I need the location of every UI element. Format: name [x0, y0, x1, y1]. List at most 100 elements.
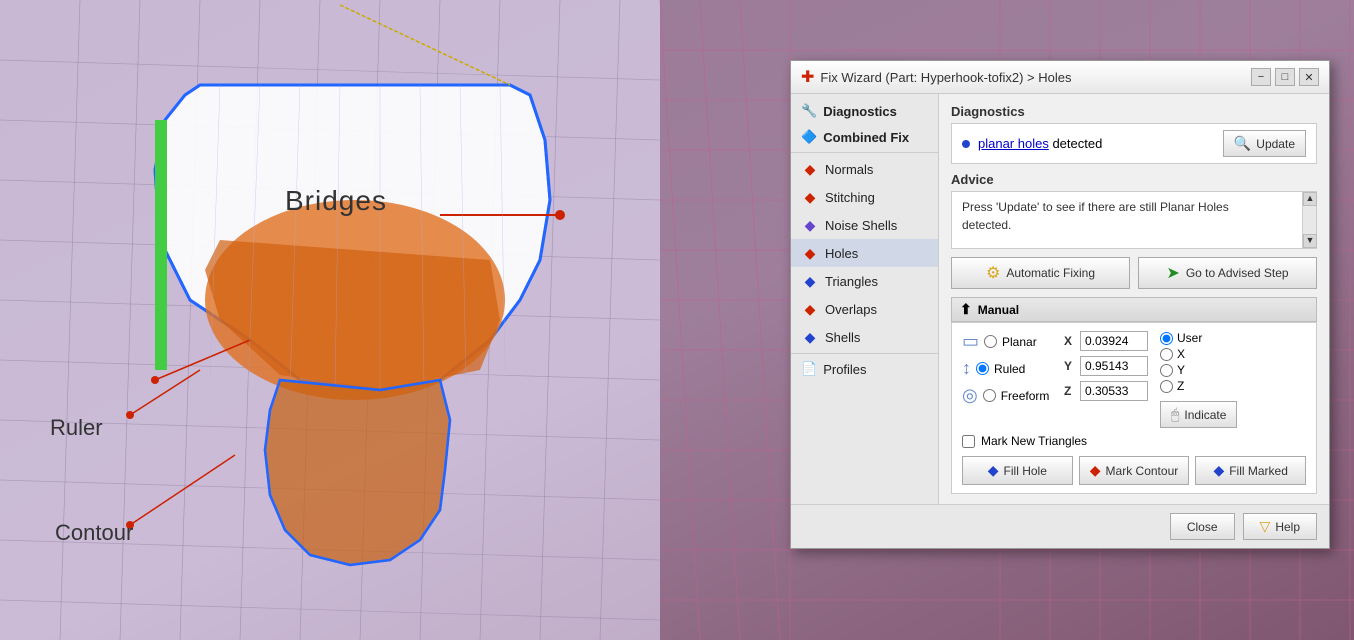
- sidebar-divider: [791, 152, 938, 153]
- user-opt-y: Y: [1160, 363, 1202, 377]
- fill-marked-button[interactable]: ◆ Fill Marked: [1195, 456, 1306, 485]
- normals-label: Normals: [825, 162, 873, 177]
- axis-z-radio[interactable]: [1160, 380, 1173, 393]
- fill-hole-button[interactable]: ◆ Fill Hole: [962, 456, 1073, 485]
- sidebar-item-triangles[interactable]: ◆ Triangles: [791, 267, 938, 295]
- close-button[interactable]: ✕: [1299, 68, 1319, 86]
- indicate-icon: 🖱: [1171, 406, 1179, 423]
- planar-radio-row: ▭ Planar: [962, 331, 1052, 352]
- scroll-up[interactable]: ▲: [1303, 192, 1317, 206]
- ruled-radio[interactable]: [976, 362, 989, 375]
- indicate-label: Indicate: [1184, 408, 1226, 422]
- opt-z-label: Z: [1177, 379, 1184, 393]
- holes-label: Holes: [825, 246, 858, 261]
- shells-label: Shells: [825, 330, 860, 345]
- diag-suffix: detected: [1049, 136, 1103, 151]
- auto-fix-label: Automatic Fixing: [1006, 266, 1095, 280]
- mark-triangles-label: Mark New Triangles: [981, 434, 1087, 448]
- planar-shape-icon: ▭: [962, 331, 979, 352]
- opt-x-label: X: [1177, 347, 1185, 361]
- sidebar-item-holes[interactable]: ◆ Holes: [791, 239, 938, 267]
- diagnostics-icon: 🔧: [801, 103, 817, 119]
- fill-hole-icon: ◆: [988, 462, 999, 479]
- axis-y-radio[interactable]: [1160, 364, 1173, 377]
- normals-icon: ◆: [801, 160, 819, 178]
- dialog-body: 🔧 Diagnostics 🔷 Combined Fix ◆ Normals ◆…: [791, 94, 1329, 504]
- update-button[interactable]: 🔍 Update: [1223, 130, 1306, 157]
- maximize-button[interactable]: □: [1275, 68, 1295, 86]
- dialog-title: Fix Wizard (Part: Hyperhook-tofix2) > Ho…: [820, 70, 1071, 85]
- fill-marked-icon: ◆: [1213, 462, 1224, 479]
- sidebar: 🔧 Diagnostics 🔷 Combined Fix ◆ Normals ◆…: [791, 94, 939, 504]
- mark-row: Mark New Triangles: [962, 434, 1306, 448]
- z-coord-group: Z: [1064, 381, 1148, 401]
- z-label: Z: [1064, 384, 1076, 398]
- help-label: Help: [1275, 520, 1300, 534]
- dialog-footer: Close ▽ Help: [791, 504, 1329, 548]
- axis-x-radio[interactable]: [1160, 348, 1173, 361]
- advice-scrollbar[interactable]: ▲ ▼: [1302, 192, 1316, 248]
- scroll-down[interactable]: ▼: [1303, 234, 1317, 248]
- auto-fix-icon: ⚙: [986, 263, 1000, 283]
- diag-dot: [962, 140, 970, 148]
- sidebar-item-noise-shells[interactable]: ◆ Noise Shells: [791, 211, 938, 239]
- ruler-label: Ruler: [50, 415, 103, 441]
- go-advised-step-button[interactable]: ➤ Go to Advised Step: [1138, 257, 1317, 289]
- mark-contour-button[interactable]: ◆ Mark Contour: [1079, 456, 1190, 485]
- mark-contour-label: Mark Contour: [1106, 464, 1179, 478]
- close-dialog-button[interactable]: Close: [1170, 513, 1235, 540]
- update-icon: 🔍: [1234, 135, 1251, 152]
- minimize-button[interactable]: −: [1251, 68, 1271, 86]
- triangles-icon: ◆: [801, 272, 819, 290]
- manual-icon: ⬆: [960, 301, 972, 318]
- close-label: Close: [1187, 520, 1218, 534]
- sidebar-diagnostics-label: Diagnostics: [823, 104, 897, 119]
- indicate-button[interactable]: 🖱 Indicate: [1160, 401, 1237, 428]
- y-label: Y: [1064, 359, 1076, 373]
- user-label: User: [1177, 331, 1202, 345]
- contour-label: Contour: [55, 520, 133, 546]
- y-coord-group: Y: [1064, 356, 1148, 376]
- automatic-fixing-button[interactable]: ⚙ Automatic Fixing: [951, 257, 1130, 289]
- y-input[interactable]: [1080, 356, 1148, 376]
- sidebar-item-overlaps[interactable]: ◆ Overlaps: [791, 295, 938, 323]
- planar-radio[interactable]: [984, 335, 997, 348]
- noise-shells-icon: ◆: [801, 216, 819, 234]
- sidebar-combined-fix-label: Combined Fix: [823, 130, 909, 145]
- noise-shells-label: Noise Shells: [825, 218, 897, 233]
- sidebar-divider-2: [791, 353, 938, 354]
- profiles-icon: 📄: [801, 361, 817, 377]
- ruled-shape-icon: ↕: [962, 358, 971, 379]
- mark-triangles-checkbox[interactable]: [962, 435, 975, 448]
- sidebar-item-shells[interactable]: ◆ Shells: [791, 323, 938, 351]
- manual-label: Manual: [978, 303, 1019, 317]
- fill-marked-label: Fill Marked: [1229, 464, 1288, 478]
- update-label: Update: [1256, 137, 1295, 151]
- user-options: User X Y: [1160, 331, 1202, 393]
- opt-y-label: Y: [1177, 363, 1185, 377]
- diagnostics-title: Diagnostics: [951, 104, 1317, 119]
- fill-hole-label: Fill Hole: [1004, 464, 1047, 478]
- freeform-radio[interactable]: [983, 389, 996, 402]
- advice-title: Advice: [951, 172, 1317, 187]
- planar-holes-link[interactable]: planar holes: [978, 136, 1049, 151]
- right-panel: Diagnostics planar holes detected 🔍 Upda…: [939, 94, 1329, 504]
- advice-section: Advice Press 'Update' to see if there ar…: [951, 172, 1317, 249]
- ruled-radio-row: ↕ Ruled: [962, 358, 1052, 379]
- advice-text: Press 'Update' to see if there are still…: [962, 198, 1306, 234]
- sidebar-item-normals[interactable]: ◆ Normals: [791, 155, 938, 183]
- user-opt-x: X: [1160, 347, 1202, 361]
- advice-box: Press 'Update' to see if there are still…: [951, 191, 1317, 249]
- sidebar-item-diagnostics[interactable]: 🔧 Diagnostics: [791, 98, 938, 124]
- diagnostics-section: Diagnostics planar holes detected 🔍 Upda…: [951, 104, 1317, 164]
- dialog-title-left: ✚ Fix Wizard (Part: Hyperhook-tofix2) > …: [801, 67, 1071, 87]
- overlaps-label: Overlaps: [825, 302, 877, 317]
- z-input[interactable]: [1080, 381, 1148, 401]
- help-button[interactable]: ▽ Help: [1243, 513, 1317, 540]
- x-input[interactable]: [1080, 331, 1148, 351]
- sidebar-item-stitching[interactable]: ◆ Stitching: [791, 183, 938, 211]
- user-opt-z: Z: [1160, 379, 1202, 393]
- sidebar-item-profiles[interactable]: 📄 Profiles: [791, 356, 938, 382]
- user-radio[interactable]: [1160, 332, 1173, 345]
- sidebar-item-combined-fix[interactable]: 🔷 Combined Fix: [791, 124, 938, 150]
